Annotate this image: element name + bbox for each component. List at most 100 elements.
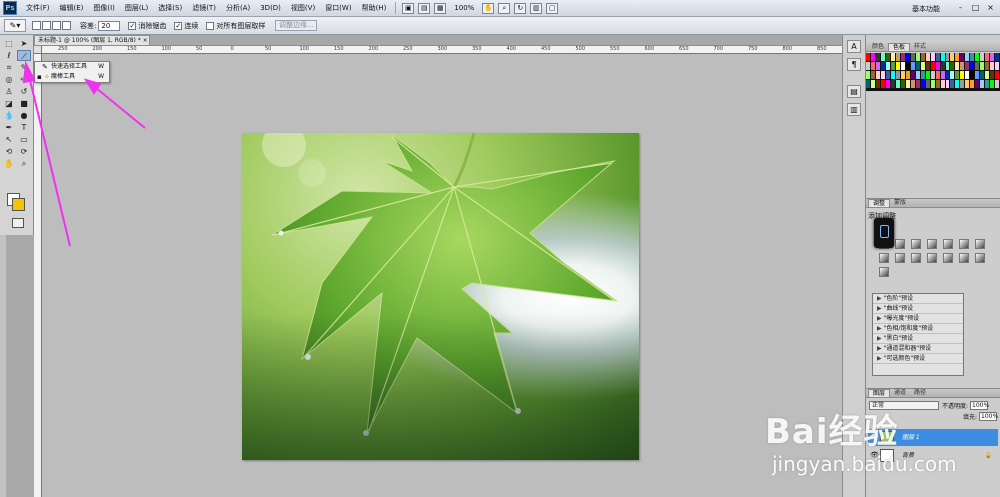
color-swatch[interactable]: [880, 53, 885, 61]
tolerance-input[interactable]: 20: [98, 20, 121, 31]
blur-tool-icon[interactable]: 💧: [2, 110, 16, 121]
color-swatch[interactable]: [920, 80, 925, 88]
posterize-icon[interactable]: [943, 253, 953, 263]
workspace-switcher[interactable]: 基本功能: [912, 4, 940, 14]
color-swatch[interactable]: [910, 53, 915, 61]
eraser-tool-icon[interactable]: ◪: [2, 98, 16, 109]
gradient-map-icon[interactable]: [975, 253, 985, 263]
history-brush-icon[interactable]: ↺: [17, 86, 31, 97]
preset-channel-mixer[interactable]: ▶ "通道混和器"预设: [873, 344, 963, 354]
color-swatch[interactable]: [980, 53, 985, 61]
color-swatch[interactable]: [970, 62, 975, 70]
tab-swatches[interactable]: 色板: [888, 43, 911, 51]
preset-exposure[interactable]: ▶ "曝光度"预设: [873, 314, 963, 324]
foreground-color-swatch[interactable]: [12, 198, 25, 211]
color-swatch[interactable]: [950, 80, 955, 88]
tab-color[interactable]: 颜色: [868, 43, 888, 51]
arrange-documents-icon[interactable]: ▥: [530, 2, 543, 14]
brush-tool-icon[interactable]: ✏: [17, 74, 31, 85]
dodge-tool-icon[interactable]: ●: [17, 110, 31, 121]
color-swatch[interactable]: [985, 71, 990, 79]
color-swatch[interactable]: [866, 80, 870, 88]
add-to-selection-icon[interactable]: [42, 21, 51, 30]
color-swatch[interactable]: [885, 80, 890, 88]
color-swatch[interactable]: [910, 62, 915, 70]
menu-edit[interactable]: 编辑(E): [55, 3, 89, 13]
color-swatch[interactable]: [965, 80, 970, 88]
color-swatch[interactable]: [880, 80, 885, 88]
menu-3d[interactable]: 3D(D): [255, 4, 286, 12]
color-swatch[interactable]: [985, 80, 990, 88]
menu-window[interactable]: 窗口(W): [320, 3, 356, 13]
black-white-icon[interactable]: [879, 253, 889, 263]
zoom-level[interactable]: 100%: [454, 4, 474, 12]
color-swatch[interactable]: [955, 53, 960, 61]
color-swatch[interactable]: [880, 71, 885, 79]
color-swatch[interactable]: [970, 80, 975, 88]
history-panel-icon[interactable]: A: [847, 40, 861, 53]
color-swatch[interactable]: [985, 53, 990, 61]
color-swatch[interactable]: [900, 71, 905, 79]
color-swatch[interactable]: [890, 53, 895, 61]
preset-hue-saturation[interactable]: ▶ "色相/饱和度"预设: [873, 324, 963, 334]
color-swatch[interactable]: [965, 71, 970, 79]
color-swatch[interactable]: [995, 80, 1000, 88]
color-swatch[interactable]: [930, 53, 935, 61]
color-swatch[interactable]: [875, 80, 880, 88]
color-swatch[interactable]: [945, 71, 950, 79]
color-swatch[interactable]: [870, 71, 875, 79]
tab-layers[interactable]: 图层: [868, 389, 891, 397]
all-layers-checkbox[interactable]: 对所有图层取样: [206, 21, 265, 31]
color-swatch[interactable]: [905, 80, 910, 88]
rotate-view-icon[interactable]: ↻: [514, 2, 527, 14]
crop-tool-icon[interactable]: ⌗: [2, 62, 16, 73]
color-swatch[interactable]: [990, 53, 995, 61]
flyout-quick-selection[interactable]: ✎ 快速选择工具 W: [35, 62, 109, 72]
selective-color-icon[interactable]: [879, 267, 889, 277]
color-swatch[interactable]: [920, 53, 925, 61]
invert-icon[interactable]: [927, 253, 937, 263]
zoom-tool-icon[interactable]: ⌕: [17, 158, 31, 169]
color-swatch[interactable]: [940, 80, 945, 88]
color-swatch[interactable]: [905, 71, 910, 79]
color-swatch[interactable]: [866, 71, 870, 79]
minimize-button[interactable]: -: [955, 3, 966, 13]
color-swatch[interactable]: [965, 53, 970, 61]
color-swatch[interactable]: [960, 71, 965, 79]
color-swatch[interactable]: [930, 62, 935, 70]
tab-paths[interactable]: 路径: [910, 389, 930, 397]
new-selection-icon[interactable]: [32, 21, 41, 30]
tab-masks[interactable]: 蒙版: [890, 199, 910, 207]
tool-preset-picker[interactable]: ✎▾: [4, 19, 26, 32]
color-swatch[interactable]: [980, 62, 985, 70]
color-swatch[interactable]: [940, 53, 945, 61]
info-panel-icon[interactable]: ▥: [847, 103, 861, 116]
intersect-selection-icon[interactable]: [62, 21, 71, 30]
color-swatch[interactable]: [975, 71, 980, 79]
color-swatch[interactable]: [975, 80, 980, 88]
color-swatch[interactable]: [925, 62, 930, 70]
pen-tool-icon[interactable]: ✒: [2, 122, 16, 133]
quick-mask-icon[interactable]: [12, 218, 24, 228]
preset-curves[interactable]: ▶ "曲线"预设: [873, 304, 963, 314]
paragraph-panel-icon[interactable]: ¶: [847, 58, 861, 71]
color-swatch[interactable]: [866, 53, 870, 61]
tab-styles[interactable]: 样式: [910, 43, 930, 51]
color-swatch[interactable]: [920, 71, 925, 79]
view-extras-icon[interactable]: ▦: [434, 2, 447, 14]
color-swatch[interactable]: [875, 62, 880, 70]
color-swatch[interactable]: [940, 62, 945, 70]
color-swatch[interactable]: [905, 62, 910, 70]
color-swatch[interactable]: [955, 80, 960, 88]
close-button[interactable]: ×: [985, 3, 996, 13]
lasso-tool-icon[interactable]: ℓ: [2, 50, 16, 61]
color-swatch[interactable]: [900, 53, 905, 61]
move-tool-icon[interactable]: ➤: [17, 38, 31, 49]
color-swatch[interactable]: [960, 62, 965, 70]
color-swatch[interactable]: [925, 80, 930, 88]
color-swatch[interactable]: [995, 53, 1000, 61]
exposure-icon[interactable]: [927, 239, 937, 249]
color-swatch[interactable]: [970, 53, 975, 61]
color-swatch[interactable]: [870, 80, 875, 88]
color-swatch[interactable]: [895, 71, 900, 79]
